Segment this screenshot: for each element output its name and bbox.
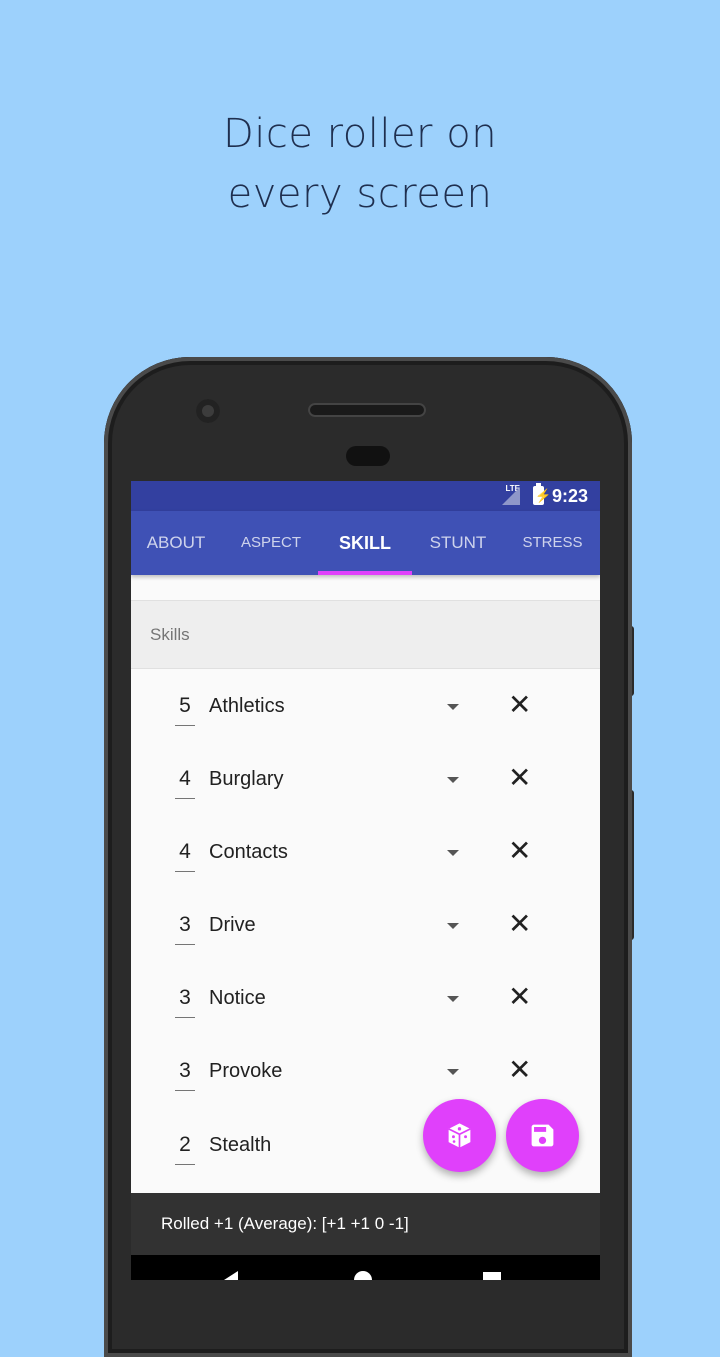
rating-underline: [175, 871, 195, 872]
remove-icon[interactable]: ✕: [508, 764, 531, 792]
skill-name: Contacts: [209, 841, 288, 863]
skill-rating[interactable]: 3: [175, 1059, 195, 1083]
skill-rating[interactable]: 2: [175, 1133, 195, 1157]
signal-icon: [502, 487, 520, 505]
battery-icon: ⚡: [533, 483, 552, 505]
roll-dice-button[interactable]: [423, 1099, 496, 1172]
skill-row: 4 Contacts ✕: [131, 837, 600, 913]
tab-bar: ABOUT ASPECT SKILL STUNT STRESS: [131, 511, 600, 575]
remove-icon[interactable]: ✕: [508, 1056, 531, 1084]
recent-apps-icon[interactable]: [483, 1272, 501, 1280]
headline: Dice roller on every screen: [0, 104, 720, 224]
earpiece-speaker: [308, 403, 426, 417]
rating-underline: [175, 798, 195, 799]
headline-line-2: every screen: [227, 171, 493, 217]
status-time: 9:23: [551, 486, 588, 506]
remove-icon[interactable]: ✕: [508, 837, 531, 865]
tab-skill[interactable]: SKILL: [318, 511, 412, 575]
skill-name: Notice: [209, 987, 266, 1009]
skill-row: 5 Athletics ✕: [131, 691, 600, 767]
save-button[interactable]: [506, 1099, 579, 1172]
skill-row: 3 Drive ✕: [131, 910, 600, 986]
tab-aspect[interactable]: ASPECT: [224, 511, 318, 575]
proximity-sensor: [346, 446, 390, 466]
section-title: Skills: [150, 625, 190, 644]
back-icon[interactable]: [224, 1271, 238, 1280]
remove-icon[interactable]: ✕: [508, 910, 531, 938]
tab-about[interactable]: ABOUT: [131, 511, 221, 575]
tab-stress[interactable]: STRESS: [505, 511, 600, 575]
skill-rating[interactable]: 3: [175, 986, 195, 1010]
remove-icon[interactable]: ✕: [508, 691, 531, 719]
rating-underline: [175, 1017, 195, 1018]
dropdown-arrow-icon[interactable]: [447, 996, 459, 1002]
active-tab-indicator: [318, 571, 412, 575]
skill-rating[interactable]: 5: [175, 694, 195, 718]
skill-name: Burglary: [209, 768, 284, 790]
navigation-bar: [131, 1255, 600, 1280]
status-bar: LTE ⚡ 9:23: [131, 481, 600, 511]
section-header: Skills: [131, 600, 600, 669]
rating-underline: [175, 1164, 195, 1165]
home-icon[interactable]: [354, 1271, 372, 1280]
snackbar: Rolled +1 (Average): [+1 +1 0 -1]: [131, 1193, 600, 1255]
headline-line-1: Dice roller on: [222, 111, 498, 157]
skill-name: Provoke: [209, 1060, 283, 1082]
rating-underline: [175, 725, 195, 726]
dropdown-arrow-icon[interactable]: [447, 777, 459, 783]
app-screen: LTE ⚡ 9:23 ABOUT ASPECT SKILL STUNT STRE…: [131, 481, 600, 1280]
skill-rating[interactable]: 3: [175, 913, 195, 937]
skill-row: 4 Burglary ✕: [131, 764, 600, 840]
dropdown-arrow-icon[interactable]: [447, 850, 459, 856]
tab-stunt[interactable]: STUNT: [412, 511, 504, 575]
skill-name: Drive: [209, 914, 256, 936]
dropdown-arrow-icon[interactable]: [447, 704, 459, 710]
skill-row: 3 Notice ✕: [131, 983, 600, 1059]
remove-icon[interactable]: ✕: [508, 983, 531, 1011]
snackbar-text: Rolled +1 (Average): [+1 +1 0 -1]: [161, 1214, 409, 1233]
skill-name: Athletics: [209, 695, 285, 717]
save-icon: [531, 1124, 554, 1147]
dropdown-arrow-icon[interactable]: [447, 1069, 459, 1075]
dice-icon: [448, 1123, 471, 1148]
dropdown-arrow-icon[interactable]: [447, 923, 459, 929]
skill-name: Stealth: [209, 1134, 272, 1156]
skill-rating[interactable]: 4: [175, 767, 195, 791]
skill-rating[interactable]: 4: [175, 840, 195, 864]
rating-underline: [175, 944, 195, 945]
front-camera: [196, 399, 220, 423]
rating-underline: [175, 1090, 195, 1091]
